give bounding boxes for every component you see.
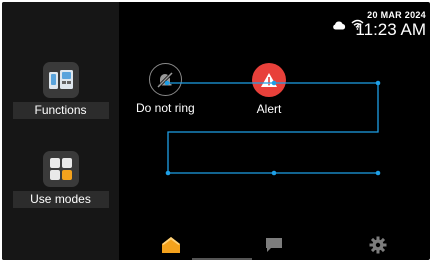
gear-icon (369, 236, 387, 254)
alert-icon (252, 63, 286, 97)
status-clock: 20 MAR 2024 11:23 AM (355, 10, 426, 39)
home-indicator-bar (192, 258, 252, 260)
bell-off-icon (148, 63, 182, 96)
functions-button[interactable]: Functions (2, 62, 119, 119)
do-not-ring-label: Do not ring (136, 101, 195, 115)
tab-messages[interactable] (259, 232, 289, 258)
screen: Functions Use modes 20 MAR 2024 11:23 AM… (0, 0, 431, 262)
intercom-icon (42, 62, 79, 98)
alert-button[interactable]: Alert (252, 63, 286, 116)
sidebar: Functions Use modes (2, 2, 119, 260)
home-icon (161, 237, 180, 253)
grid-icon (42, 151, 79, 187)
bottom-tab-bar (119, 230, 430, 260)
use-modes-label: Use modes (12, 191, 109, 208)
time-text: 11:23 AM (355, 20, 426, 39)
cloud-icon (333, 21, 346, 29)
use-modes-button[interactable]: Use modes (2, 151, 119, 208)
tab-settings[interactable] (363, 232, 393, 258)
date-text: 20 MAR 2024 (367, 10, 426, 20)
tab-home[interactable] (156, 232, 186, 258)
alert-label: Alert (256, 102, 282, 116)
intercom-display: Functions Use modes 20 MAR 2024 11:23 AM… (2, 2, 430, 260)
functions-label: Functions (12, 102, 109, 119)
chat-icon (266, 238, 283, 252)
do-not-ring-button[interactable]: Do not ring (136, 63, 195, 115)
